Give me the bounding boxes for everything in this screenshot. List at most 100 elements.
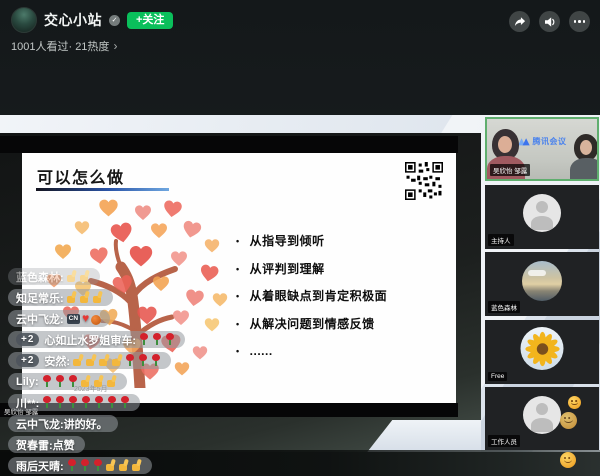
chat-message: 蓝色森林: [8, 268, 100, 285]
slide-bullet: 从着眼缺点到肯定积极面: [236, 289, 387, 303]
thumb-emoji: [106, 459, 117, 472]
participant-tile: 工作人员: [485, 387, 599, 450]
rose-emoji: [139, 333, 150, 346]
chat-message: 雨后天晴: [8, 457, 152, 474]
thumb-emoji: [93, 291, 104, 304]
thumb-emoji: [86, 354, 97, 367]
thumb-emoji: [99, 354, 110, 367]
title-underline: [36, 188, 169, 191]
chat-text: 点赞: [53, 437, 75, 453]
participant-tile: Free: [485, 320, 599, 384]
slide-bullet: 从指导到倾听: [236, 234, 387, 248]
participant-name-label: 蓝色森林: [488, 301, 520, 313]
participant-tile: 主持人: [485, 185, 599, 249]
chat-message: 贺春雷 点赞: [8, 436, 85, 453]
bullet-text: ......: [250, 344, 273, 358]
landscape-avatar: [522, 261, 562, 301]
slide-bullet: ......: [236, 344, 387, 358]
heart-emoji: ♥: [82, 312, 89, 325]
watermark-text: 腾讯会议: [533, 136, 567, 147]
reaction-smiley-emoji: [560, 452, 576, 468]
share-icon: [514, 16, 526, 28]
chat-message: Lily: [8, 373, 127, 390]
bullet-text: 从着眼缺点到肯定积极面: [250, 289, 388, 303]
chat-message: 知足常乐: [8, 289, 113, 306]
chevron-right-icon: ›: [113, 39, 117, 53]
participant-tile-active: 腾讯会议 吴欣怡 邹露: [485, 117, 599, 181]
chat-username: 心如止水罗姐审车: [44, 332, 136, 348]
chat-emojis: [41, 375, 119, 388]
more-button[interactable]: [569, 11, 590, 32]
viewer-stats[interactable]: 1001人看过· 21热度 ›: [11, 38, 117, 54]
slide-bullet-list: 从指导到倾听 从评判到理解 从着眼缺点到肯定积极面 从解决问题到情感反馈 ...…: [236, 234, 387, 372]
rose-emoji: [94, 396, 105, 409]
bullet-text: 从评判到理解: [250, 262, 325, 276]
chat-username: 贺春雷: [16, 437, 53, 453]
participant-name-label: Free: [488, 372, 507, 381]
sunflower-avatar: [521, 327, 564, 370]
chat-emojis: [72, 354, 163, 367]
follow-button[interactable]: +关注: [127, 12, 173, 29]
chat-username: 蓝色森林: [16, 269, 64, 285]
live-stream-page: 交心小站 +关注 1001人看过· 21热度 › 可以怎么做: [0, 0, 600, 476]
participant-sidebar: 腾讯会议 吴欣怡 邹露 主持人 蓝色森林: [484, 115, 600, 452]
chat-username: 知足常乐: [16, 290, 64, 306]
share-button[interactable]: [509, 11, 530, 32]
letterbox-top: [0, 136, 458, 153]
chat-overlay: 蓝色森林 知足常乐 云中飞龙 CN♥ +2 心如止水罗姐审车 +2 安: [8, 268, 185, 474]
chat-message: 云中飞龙 讲的好。: [8, 415, 118, 432]
participant-name-label: 主持人: [488, 234, 514, 246]
thumb-emoji: [112, 354, 123, 367]
repeat-count-badge: +2: [16, 333, 39, 346]
person-silhouette-icon: [523, 396, 561, 434]
chat-emojis: [41, 396, 132, 409]
rose-emoji: [125, 354, 136, 367]
person-silhouette-icon: [523, 194, 561, 232]
chat-username: Lily: [16, 376, 39, 388]
thumb-emoji: [67, 291, 78, 304]
cn-emoji: CN: [67, 314, 80, 324]
chat-username: 雨后天晴: [16, 458, 64, 474]
chat-username: 云中飞龙: [16, 311, 64, 327]
chat-emojis: [66, 291, 105, 304]
ellipsis-icon: [574, 20, 586, 23]
chat-emojis: [66, 270, 92, 283]
thumb-emoji: [67, 270, 78, 283]
chat-username: 云中飞龙: [16, 416, 64, 432]
stream-actions: [509, 11, 590, 32]
rose-emoji: [93, 459, 104, 472]
participant-name-label: 吴欣怡 邹露: [490, 164, 530, 176]
thumb-emoji: [107, 375, 118, 388]
reaction-smiley-emoji: [568, 396, 581, 409]
thumb-emoji: [80, 270, 91, 283]
rose-emoji: [55, 375, 66, 388]
chat-emojis: CN♥: [66, 312, 103, 325]
chat-message: 云中飞龙 CN♥: [8, 310, 110, 327]
participant-name-label: 工作人员: [488, 435, 520, 447]
rose-emoji: [107, 396, 118, 409]
thumb-emoji: [132, 459, 143, 472]
bullet-text: 从解决问题到情感反馈: [250, 317, 375, 331]
verified-badge-icon: [109, 15, 120, 26]
rose-emoji: [42, 375, 53, 388]
rose-emoji: [138, 354, 149, 367]
bullet-text: 从指导到倾听: [250, 234, 325, 248]
thumb-emoji: [119, 459, 130, 472]
chat-text: 讲的好。: [64, 416, 108, 432]
volume-button[interactable]: [539, 11, 560, 32]
rose-emoji: [42, 396, 53, 409]
rose-emoji: [68, 375, 79, 388]
chat-username: 川**: [16, 395, 39, 411]
chat-message: 川**: [8, 394, 140, 411]
channel-avatar[interactable]: [11, 7, 37, 33]
thumb-emoji: [73, 354, 84, 367]
rose-emoji: [80, 459, 91, 472]
chat-message: +2 安然: [8, 352, 171, 369]
thumb-emoji: [80, 291, 91, 304]
rose-emoji: [151, 354, 162, 367]
chat-emojis: [138, 333, 177, 346]
channel-name: 交心小站: [44, 10, 102, 30]
slide-title: 可以怎么做: [37, 164, 125, 188]
rose-emoji: [152, 333, 163, 346]
rose-emoji: [165, 333, 176, 346]
